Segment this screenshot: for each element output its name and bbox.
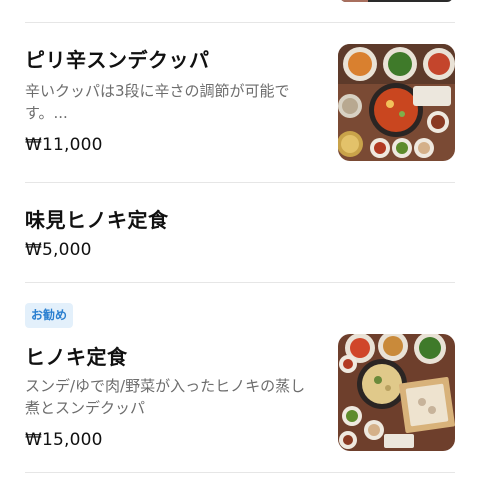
divider: [25, 182, 455, 183]
previous-item-image[interactable]: [340, 0, 453, 2]
menu-item-title: 味見ヒノキ定食: [25, 208, 169, 232]
menu-item-description: スンデ/ゆで肉/野菜が入ったヒノキの蒸し煮とスンデクッパ: [25, 377, 306, 417]
menu-item-price: ₩11,000: [25, 135, 103, 155]
divider: [25, 282, 455, 283]
hinoki-set-meal-photo[interactable]: [338, 334, 455, 451]
spicy-sundae-gukbap-photo[interactable]: [338, 44, 455, 161]
menu-item-description: 辛いクッパは3段に辛さの調節が可能です。...: [25, 82, 290, 122]
menu-item-price: ₩5,000: [25, 240, 92, 260]
recommended-badge: お勧め: [25, 303, 74, 328]
menu-item-title: ピリ辛スンデクッパ: [25, 48, 210, 72]
divider: [25, 472, 455, 473]
menu-item-title: ヒノキ定食: [25, 345, 128, 369]
menu-item-price: ₩15,000: [25, 430, 103, 450]
divider: [25, 22, 455, 23]
